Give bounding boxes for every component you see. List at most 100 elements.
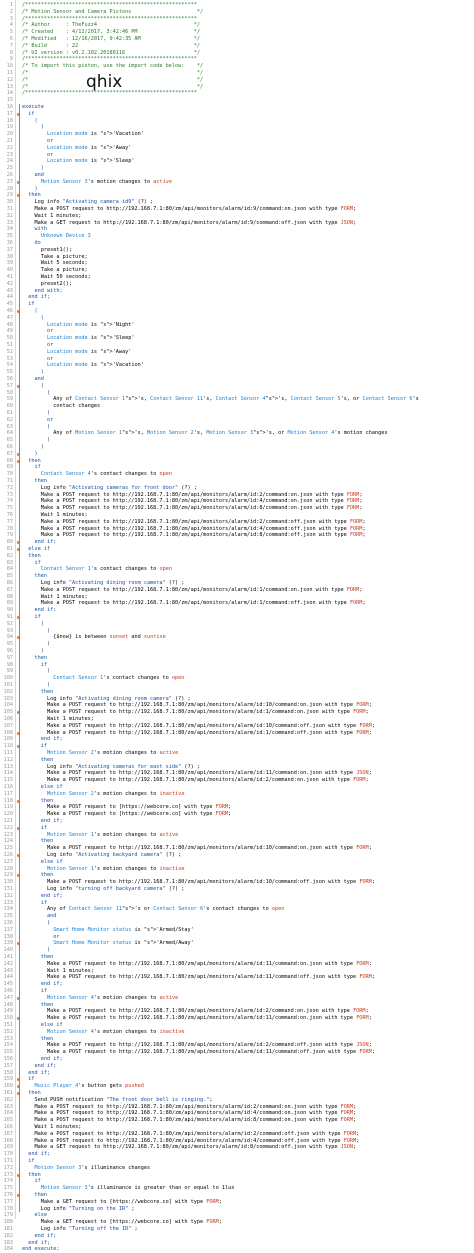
code-line: 148 then bbox=[0, 1002, 474, 1009]
code-line: 128 Motion Sensor 1's motion changes to … bbox=[0, 866, 474, 873]
code-line: 67 ) bbox=[0, 451, 474, 458]
line-text: Make a POST request to http://192.168.7.… bbox=[22, 1042, 372, 1049]
line-text: end if; bbox=[22, 1232, 57, 1239]
line-text: Make a POST request to http://192.168.7.… bbox=[22, 1137, 360, 1144]
line-number: 26 bbox=[6, 172, 13, 178]
code-line: 60 contact changes bbox=[0, 403, 474, 410]
line-text: then bbox=[22, 457, 41, 464]
line-number: 28 bbox=[6, 185, 13, 192]
line-text: Motion Sensor 2's motion changes to acti… bbox=[47, 750, 179, 756]
line-text: execute bbox=[22, 104, 44, 110]
code-line: 183 end if; bbox=[0, 1240, 474, 1247]
line-text: ( bbox=[22, 627, 51, 634]
line-text: Wait 1 minutes; bbox=[22, 716, 94, 722]
line-number: 16 bbox=[6, 104, 13, 110]
code-line: 109 end if; bbox=[0, 736, 474, 743]
line-number: 75 bbox=[6, 505, 13, 512]
code-line: 73 Make a POST request to http://192.168… bbox=[0, 492, 474, 499]
code-line: 123 Motion Sensor 1's motion changes to … bbox=[0, 832, 474, 839]
line-number: 40 bbox=[6, 267, 13, 274]
line-text: then bbox=[22, 1035, 54, 1042]
line-number: 60 bbox=[6, 403, 13, 410]
code-line: 7 /* Build : 22 */ bbox=[0, 43, 474, 50]
code-line: 179 else bbox=[0, 1212, 474, 1219]
line-number: 52 bbox=[6, 348, 13, 355]
code-line: 38 Take a picture; bbox=[0, 254, 474, 261]
line-number: 105 bbox=[3, 709, 13, 716]
line-number: 46 bbox=[6, 308, 13, 314]
code-line: 64 Any of Motion Sensor 1"s">'s, Motion … bbox=[0, 430, 474, 437]
line-text: Make a POST request to http://192.168.7.… bbox=[22, 586, 363, 593]
line-text: Wait 1 minutes; bbox=[22, 967, 94, 974]
line-text: Motion Sensor 3's motion changes to acti… bbox=[40, 178, 172, 185]
line-text: Make a POST request to http://192.168.7.… bbox=[22, 518, 366, 525]
line-number: 88 bbox=[6, 593, 13, 600]
line-text: Smart Home Monitor status is "s">'Armed/… bbox=[53, 926, 194, 933]
code-line: 34 with bbox=[0, 226, 474, 233]
line-number: 76 bbox=[6, 512, 13, 518]
line-text: /* Modified : 12/16/2017, 9:42:35 AM */ bbox=[22, 36, 201, 42]
line-number: 6 bbox=[9, 36, 13, 42]
line-number: 81 bbox=[6, 546, 13, 552]
line-text: Smart Home Monitor status is "s">'Armed/… bbox=[53, 940, 194, 947]
code-line: 49 or bbox=[0, 328, 474, 335]
line-number: 82 bbox=[6, 552, 13, 559]
code-line: 90 end if; bbox=[0, 607, 474, 614]
line-text: if bbox=[22, 1076, 35, 1083]
line-text: end if; bbox=[22, 818, 63, 824]
line-text: end if; bbox=[22, 1056, 63, 1062]
line-text: Wait 1 minutes; bbox=[22, 593, 88, 600]
code-line: 42 preset2(); bbox=[0, 281, 474, 288]
line-text: if bbox=[22, 1158, 35, 1164]
line-text: Location mode is "s">'Away' bbox=[47, 144, 132, 151]
line-number: 114 bbox=[3, 770, 13, 777]
code-line: 121 end if; bbox=[0, 818, 474, 825]
code-line: 45 if bbox=[0, 301, 474, 308]
code-line: 6 /* Modified : 12/16/2017, 9:42:35 AM */ bbox=[0, 36, 474, 43]
line-text: Make a POST request to [https://webcore.… bbox=[22, 804, 232, 811]
line-text: Wait 1 minutes; bbox=[22, 212, 82, 219]
line-text: {$now} is between sunset and sunrise bbox=[22, 634, 166, 641]
line-number: 27 bbox=[6, 178, 13, 185]
code-line: 111 Motion Sensor 2's motion changes to … bbox=[0, 750, 474, 757]
line-number: 25 bbox=[6, 165, 13, 172]
code-line: 132 end if; bbox=[0, 893, 474, 900]
line-number: 54 bbox=[6, 362, 13, 369]
line-number: 95 bbox=[6, 641, 13, 648]
line-number: 93 bbox=[6, 627, 13, 634]
code-line: 16 execute bbox=[0, 104, 474, 111]
code-line: 55 ) bbox=[0, 369, 474, 376]
line-number: 86 bbox=[6, 580, 13, 586]
line-number: 182 bbox=[3, 1232, 13, 1239]
line-text: ( bbox=[22, 389, 51, 396]
line-number: 153 bbox=[3, 1035, 13, 1042]
line-text: Make a GET request to http://192.168.7.1… bbox=[22, 1144, 357, 1151]
code-line: 51 or bbox=[0, 342, 474, 349]
line-text: /* To import this piston, use the import… bbox=[22, 63, 204, 70]
code-line: 21 or bbox=[0, 138, 474, 145]
line-number: 59 bbox=[6, 396, 13, 403]
line-text: then bbox=[22, 552, 41, 559]
line-number: 183 bbox=[3, 1239, 13, 1246]
line-number: 99 bbox=[6, 668, 13, 675]
code-line: 80 end if; bbox=[0, 539, 474, 546]
line-text: do bbox=[22, 240, 41, 246]
line-number: 10 bbox=[6, 63, 13, 70]
line-number: 4 bbox=[9, 22, 13, 29]
code-line: 78 Make a POST request to http://192.168… bbox=[0, 526, 474, 533]
line-text: /* Author : TheFuzz4 */ bbox=[22, 22, 201, 29]
line-text: Location mode is "s">'Away' bbox=[47, 348, 132, 355]
code-line: 136 ( bbox=[0, 920, 474, 927]
code-line: 92 ( bbox=[0, 621, 474, 628]
line-number: 117 bbox=[3, 790, 13, 797]
line-number: 151 bbox=[3, 1022, 13, 1028]
code-line: 46 ( bbox=[0, 308, 474, 315]
line-text: end if; bbox=[22, 1151, 51, 1158]
line-text: Motion Sensor 2's motion changes to inac… bbox=[47, 790, 185, 797]
line-number: 166 bbox=[3, 1124, 13, 1130]
line-text: Make a GET request to [https://webcore.c… bbox=[22, 1219, 222, 1226]
code-line: 84 Contact Sensor 1's contact changes to… bbox=[0, 566, 474, 573]
line-number: 134 bbox=[3, 906, 13, 913]
line-number: 123 bbox=[3, 831, 13, 838]
code-line: 158 end if; bbox=[0, 1070, 474, 1077]
